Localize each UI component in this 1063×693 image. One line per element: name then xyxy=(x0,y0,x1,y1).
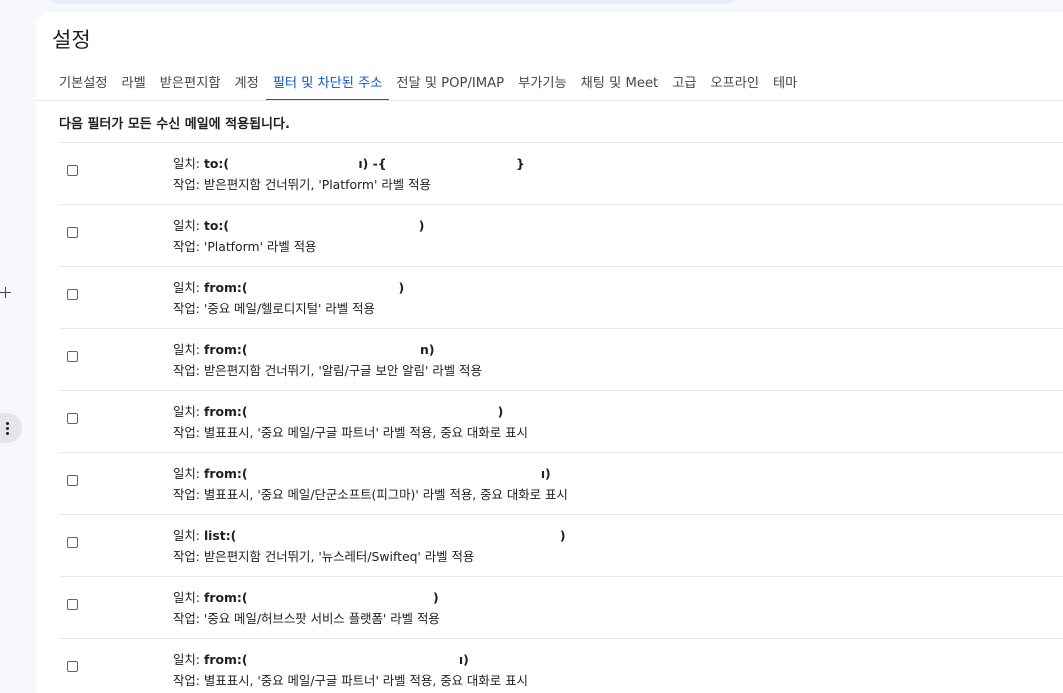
filter-action: 작업: 별표표시, '중요 메일/단군소프트(피그마)' 라벨 적용, 중요 대… xyxy=(173,487,568,502)
tab-advanced[interactable]: 고급 xyxy=(665,68,703,97)
filter-checkbox[interactable] xyxy=(67,413,78,424)
filter-action: 작업: 받은편지함 건너뛰기, 'Platform' 라벨 적용 xyxy=(173,177,431,192)
filter-action: 작업: '중요 메일/허브스팟 서비스 플랫폼' 라벨 적용 xyxy=(173,611,440,626)
tab-themes[interactable]: 테마 xyxy=(766,68,804,97)
filter-action: 작업: 'Platform' 라벨 적용 xyxy=(173,239,317,254)
filter-checkbox[interactable] xyxy=(67,537,78,548)
filter-criteria: from:( ı) xyxy=(203,466,551,481)
tab-general[interactable]: 기본설정 xyxy=(52,68,115,97)
filter-match[interactable]: 일치: list:( ) xyxy=(173,526,566,544)
page-title: 설정 xyxy=(52,28,91,52)
filter-checkbox[interactable] xyxy=(67,165,78,176)
filter-criteria: to:( ı) -{ } xyxy=(203,156,525,171)
tab-addons[interactable]: 부가기능 xyxy=(511,68,574,97)
filter-match[interactable]: 일치: from:( ) xyxy=(173,402,503,420)
plus-icon[interactable] xyxy=(0,285,14,301)
settings-tabs: 기본설정 라벨 받은편지함 계정 필터 및 차단된 주소 전달 및 POP/IM… xyxy=(52,68,1063,101)
tab-inbox[interactable]: 받은편지함 xyxy=(153,68,228,97)
filter-match[interactable]: 일치: to:( ı) -{ } xyxy=(173,154,525,172)
more-vert-icon[interactable] xyxy=(0,413,22,443)
tab-offline[interactable]: 오프라인 xyxy=(704,68,767,97)
filter-row: 일치: from:( ı) 작업: 별표표시, '중요 메일/구글 파트너' 라… xyxy=(59,638,1063,693)
filter-criteria: from:( n) xyxy=(203,342,435,357)
search-bar[interactable] xyxy=(38,0,748,4)
filter-row: 일치: from:( n) 작업: 받은편지함 건너뛰기, '알림/구글 보안 … xyxy=(59,328,1063,390)
tab-accounts[interactable]: 계정 xyxy=(227,68,265,97)
filter-match[interactable]: 일치: from:( ) xyxy=(173,588,439,606)
filter-criteria: from:( ) xyxy=(203,404,504,419)
filter-action: 작업: '중요 메일/헬로디지털' 라벨 적용 xyxy=(173,301,375,316)
filter-match[interactable]: 일치: from:( ı) xyxy=(173,650,469,668)
filter-row: 일치: from:( ) 작업: '중요 메일/헬로디지털' 라벨 적용 xyxy=(59,266,1063,328)
left-rail xyxy=(0,0,36,693)
filters-header: 다음 필터가 모든 수신 메일에 적용됩니다. xyxy=(59,117,290,132)
filter-row: 일치: to:( ) 작업: 'Platform' 라벨 적용 xyxy=(59,204,1063,266)
filter-action: 작업: 받은편지함 건너뛰기, '알림/구글 보안 알림' 라벨 적용 xyxy=(173,363,482,378)
filter-checkbox[interactable] xyxy=(67,599,78,610)
tab-chat-meet[interactable]: 채팅 및 Meet xyxy=(574,68,666,97)
tab-filters[interactable]: 필터 및 차단된 주소 xyxy=(265,68,390,101)
tabs-divider xyxy=(36,100,1063,101)
filter-checkbox[interactable] xyxy=(67,227,78,238)
filter-action: 작업: 별표표시, '중요 메일/구글 파트너' 라벨 적용, 중요 대화로 표… xyxy=(173,425,528,440)
filter-row: 일치: from:( ) 작업: '중요 메일/허브스팟 서비스 플랫폼' 라벨… xyxy=(59,576,1063,638)
filter-match[interactable]: 일치: from:( n) xyxy=(173,340,435,358)
filter-match[interactable]: 일치: from:( ı) xyxy=(173,464,551,482)
filter-checkbox[interactable] xyxy=(67,661,78,672)
filter-row: 일치: list:( ) 작업: 받은편지함 건너뛰기, '뉴스레터/Swift… xyxy=(59,514,1063,576)
filter-criteria: from:( ) xyxy=(203,280,405,295)
filter-match[interactable]: 일치: from:( ) xyxy=(173,278,404,296)
filter-checkbox[interactable] xyxy=(67,351,78,362)
settings-panel: 설정 기본설정 라벨 받은편지함 계정 필터 및 차단된 주소 전달 및 POP… xyxy=(36,12,1063,693)
filter-criteria: from:( ) xyxy=(203,590,439,605)
filter-row: 일치: from:( ) 작업: 별표표시, '중요 메일/구글 파트너' 라벨… xyxy=(59,390,1063,452)
filter-row: 일치: from:( ı) 작업: 별표표시, '중요 메일/단군소프트(피그마… xyxy=(59,452,1063,514)
filter-action: 작업: 받은편지함 건너뛰기, '뉴스레터/Swifteq' 라벨 적용 xyxy=(173,549,475,564)
tab-forwarding[interactable]: 전달 및 POP/IMAP xyxy=(389,68,511,97)
filter-list: 일치: to:( ı) -{ } 작업: 받은편지함 건너뛰기, 'Platfo… xyxy=(59,142,1063,693)
filter-criteria: from:( ı) xyxy=(203,652,469,667)
tab-labels[interactable]: 라벨 xyxy=(115,68,153,97)
filter-row: 일치: to:( ı) -{ } 작업: 받은편지함 건너뛰기, 'Platfo… xyxy=(59,142,1063,204)
filter-action: 작업: 별표표시, '중요 메일/구글 파트너' 라벨 적용, 중요 대화로 표… xyxy=(173,673,528,688)
filter-criteria: list:( ) xyxy=(203,528,566,543)
filter-checkbox[interactable] xyxy=(67,289,78,300)
filter-checkbox[interactable] xyxy=(67,475,78,486)
filter-match[interactable]: 일치: to:( ) xyxy=(173,216,424,234)
filter-criteria: to:( ) xyxy=(203,218,425,233)
